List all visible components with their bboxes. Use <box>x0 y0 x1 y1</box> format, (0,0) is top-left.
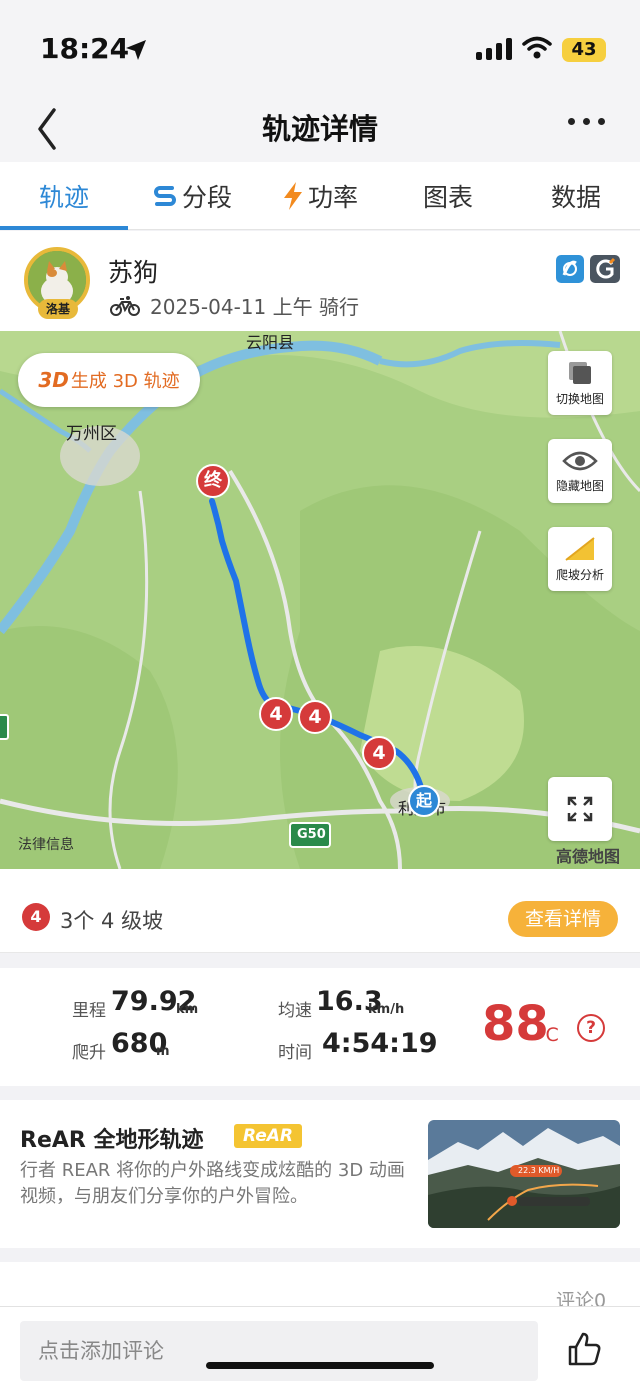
layers-icon <box>569 361 591 384</box>
end-marker[interactable]: 终 <box>196 464 230 498</box>
map-label-yunyang: 云阳县 <box>246 333 295 352</box>
username[interactable]: 苏狗 <box>108 253 158 289</box>
home-indicator <box>206 1362 434 1369</box>
map-background <box>0 331 640 869</box>
generate-3d-track-button[interactable]: 3D 生成 3D 轨迹 <box>18 353 200 407</box>
tab-data-label: 数据 <box>550 183 601 212</box>
garmin-sync-icon[interactable] <box>590 255 620 283</box>
ride-meta: 2025-04-11 上午 骑行 <box>110 291 359 320</box>
ride-header: 洛基 苏狗 2025-04-11 上午 骑行 <box>0 231 640 331</box>
climb-unit: m <box>156 1044 170 1059</box>
hide-map-label: 隐藏地图 <box>555 478 604 493</box>
status-time: 18:24 <box>40 32 130 65</box>
avg-speed-label: 均速 <box>278 1001 312 1021</box>
comment-bar: 点击添加评论 <box>0 1306 640 1385</box>
climb-analysis-label: 爬坡分析 <box>555 567 604 582</box>
tab-bar: 轨迹 分段 功率 图表 数据 <box>0 162 640 230</box>
preview-speed-text: 22.3 KM/H <box>518 1166 560 1175</box>
hide-map-button[interactable]: 隐藏地图 <box>548 439 612 503</box>
bicycle-icon <box>110 295 140 316</box>
battery-icon: 43 <box>562 38 606 62</box>
status-bar: 18:24 43 <box>0 0 640 96</box>
avg-speed-unit: km/h <box>368 1002 405 1017</box>
lightning-icon <box>283 182 302 210</box>
tab-power[interactable]: 功率 <box>256 162 384 230</box>
view-details-button[interactable]: 查看详情 <box>508 901 618 937</box>
tab-charts[interactable]: 图表 <box>384 162 512 230</box>
ride-date: 2025-04-11 上午 骑行 <box>150 295 359 319</box>
active-tab-indicator <box>0 226 128 230</box>
map-provider-logo: 高德地图 <box>556 847 621 866</box>
generate-3d-label: 生成 3D 轨迹 <box>70 371 180 392</box>
climb-summary-text: 3个 4 级坡 <box>60 909 164 933</box>
climb-marker[interactable]: 4 <box>298 700 332 734</box>
legal-info-link[interactable]: 法律信息 <box>18 834 74 854</box>
ride-stats: 里程 79.92 km 爬升 680 m 均速 16.3 km/h 时间 4:5… <box>0 968 640 1086</box>
climb-marker[interactable]: 4 <box>362 736 396 770</box>
tab-segments-label: 分段 <box>181 183 232 212</box>
time-value: 4:54:19 <box>322 1028 438 1059</box>
wifi-icon <box>522 36 552 59</box>
distance-label: 里程 <box>72 1001 106 1021</box>
expand-icon <box>567 796 593 822</box>
fullscreen-button[interactable] <box>548 777 612 841</box>
help-icon[interactable]: ? <box>577 1014 605 1042</box>
3d-prefix: 3D <box>38 368 69 392</box>
nav-bar: 轨迹详情 <box>0 96 640 162</box>
tab-data[interactable]: 数据 <box>512 162 640 230</box>
temperature-unit: °C <box>536 1024 559 1046</box>
avatar-tag: 洛基 <box>38 299 78 319</box>
rear-logo-badge: ReAR <box>234 1124 302 1148</box>
distance-unit: km <box>176 1002 199 1017</box>
climb-label: 爬升 <box>72 1043 106 1063</box>
rear-preview-image[interactable]: 22.3 KM/H <box>428 1120 620 1228</box>
route-map[interactable]: G50 云阳县 万州区 利川市 终 起 4 4 4 3D 生成 3D 轨迹 切换… <box>0 331 640 869</box>
more-options-icon[interactable] <box>568 118 605 125</box>
tab-charts-label: 图表 <box>422 183 473 212</box>
eye-icon <box>562 451 598 470</box>
rear-title: ReAR 全地形轨迹 <box>20 1128 204 1153</box>
rear-description: 行者 REAR 将你的户外路线变成炫酷的 3D 动画视频，与朋友们分享你的户外冒… <box>20 1160 405 1207</box>
rear-promo-card[interactable]: ReAR 全地形轨迹 ReAR 行者 REAR 将你的户外路线变成炫酷的 3D … <box>0 1100 640 1248</box>
comment-input[interactable]: 点击添加评论 <box>20 1321 538 1381</box>
location-arrow-icon <box>126 40 146 60</box>
climb-level-badge: 4 <box>22 903 50 931</box>
tab-power-label: 功率 <box>307 183 358 212</box>
cell-signal-icon <box>476 38 512 60</box>
sync-service-icon[interactable] <box>556 255 584 283</box>
map-label-wanzhou: 万州区 <box>66 424 117 444</box>
climb-summary-row: 4 3个 4 级坡 查看详情 <box>0 869 640 953</box>
segments-icon <box>154 186 176 206</box>
climb-analysis-button[interactable]: 爬坡分析 <box>548 527 612 591</box>
time-label: 时间 <box>278 1043 312 1063</box>
page-title: 轨迹详情 <box>261 112 378 146</box>
slope-icon <box>565 536 595 561</box>
tab-track-label: 轨迹 <box>38 183 89 212</box>
switch-map-button[interactable]: 切换地图 <box>548 351 612 415</box>
road-label-g50: G50 <box>297 827 326 842</box>
start-marker[interactable]: 起 <box>408 785 440 817</box>
tab-track[interactable]: 轨迹 <box>0 162 128 230</box>
climb-marker[interactable]: 4 <box>259 697 293 731</box>
thumbs-up-icon[interactable] <box>566 1331 602 1367</box>
switch-map-label: 切换地图 <box>555 391 604 406</box>
tab-segments[interactable]: 分段 <box>128 162 256 230</box>
